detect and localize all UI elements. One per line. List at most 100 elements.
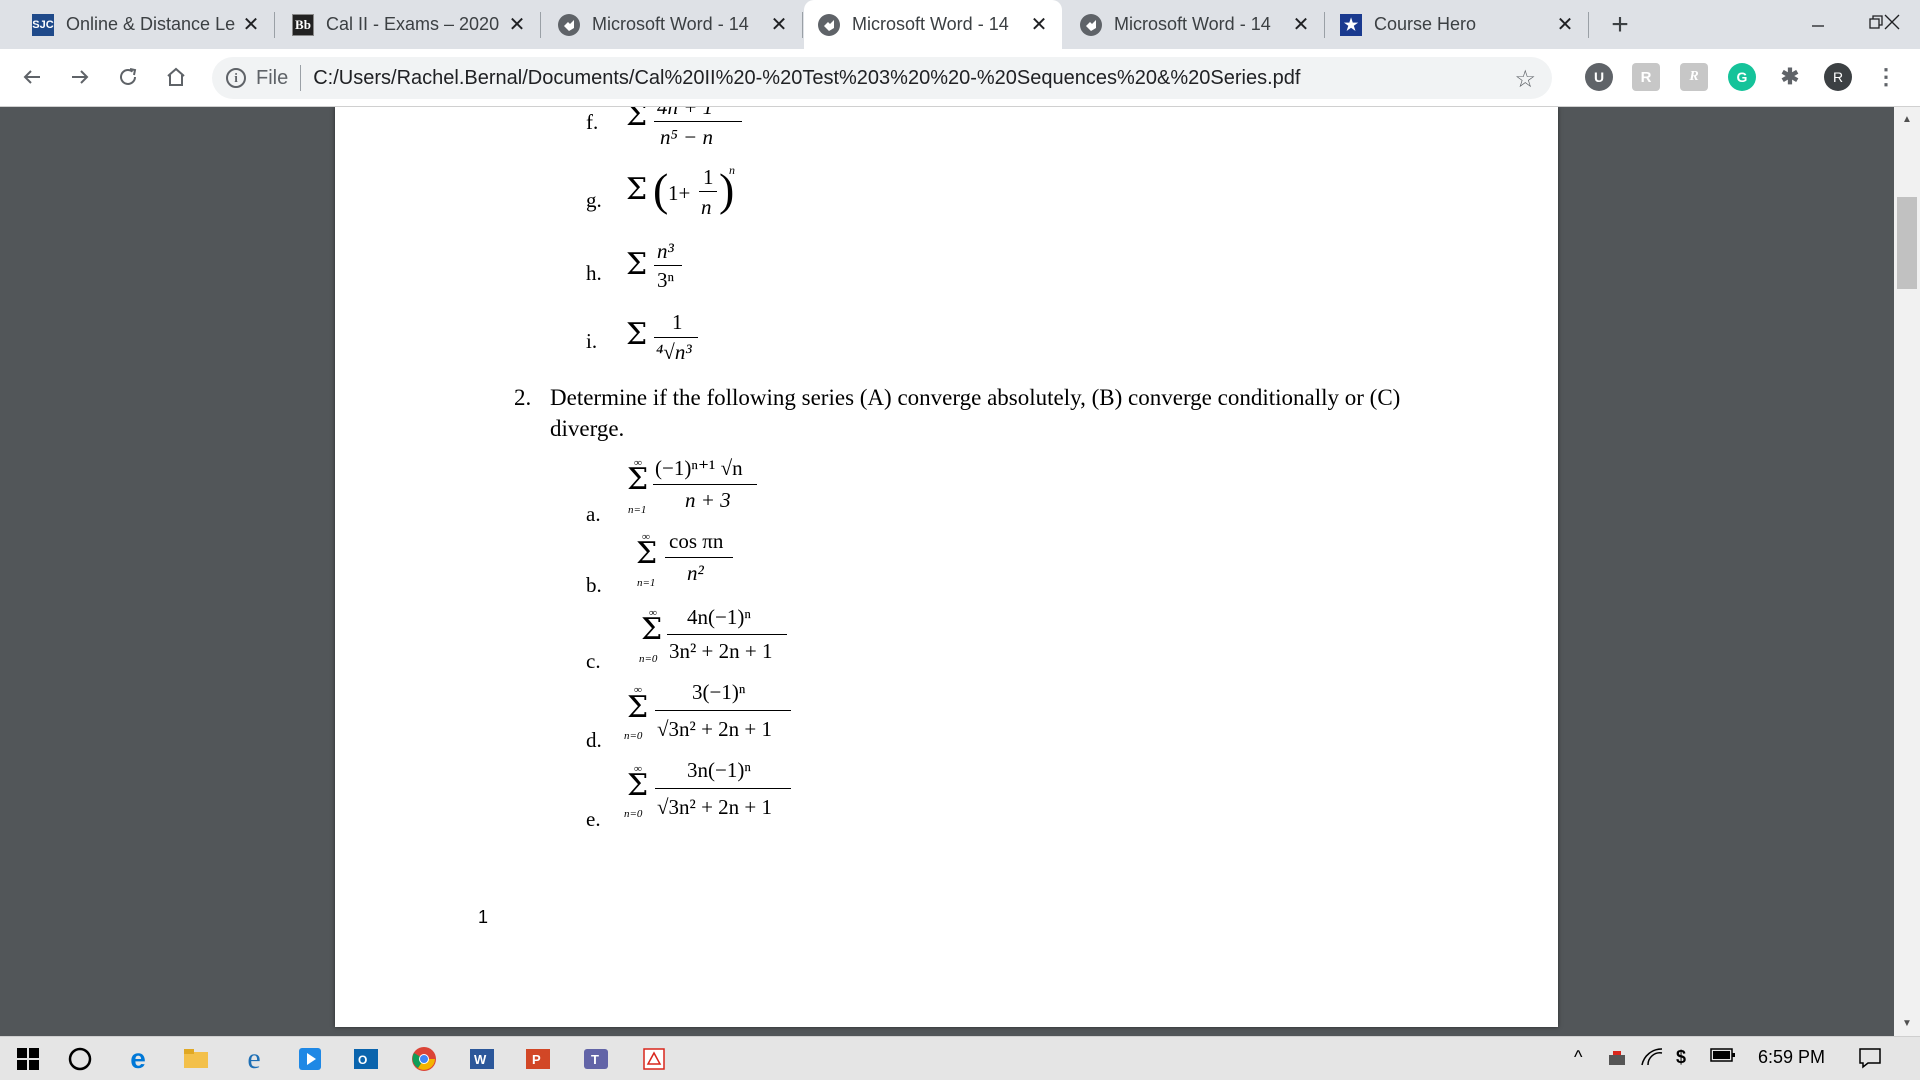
sigma-symbol: Σ bbox=[641, 612, 663, 647]
file-explorer-icon[interactable] bbox=[180, 1043, 212, 1075]
word-icon[interactable]: W bbox=[466, 1043, 498, 1075]
fraction-denominator: n bbox=[701, 195, 712, 219]
taskbar-clock[interactable]: 6:59 PM bbox=[1758, 1047, 1825, 1068]
reference-extension-icon[interactable]: R bbox=[1680, 63, 1708, 91]
browser-toolbar: i File C:/Users/Rachel.Bernal/Documents/… bbox=[0, 49, 1920, 107]
question-number: 2. bbox=[514, 385, 532, 410]
svg-text:T: T bbox=[591, 1052, 599, 1067]
tab-course-hero[interactable]: ★ Course Hero ✕ bbox=[1326, 0, 1589, 49]
fraction-bar bbox=[655, 788, 791, 789]
svg-text:P: P bbox=[532, 1052, 541, 1067]
pdf-viewer: f. Σ 4n + 1 n⁵ − n g. Σ ( 1+ 1 n ) n h. … bbox=[0, 107, 1920, 1036]
tab-close-icon[interactable]: ✕ bbox=[1026, 12, 1052, 37]
scrollbar-thumb[interactable] bbox=[1897, 197, 1917, 289]
extensions-puzzle-icon[interactable]: ✱ bbox=[1776, 63, 1804, 91]
item-label-i: i. bbox=[586, 329, 598, 353]
windows-start-icon[interactable] bbox=[12, 1043, 44, 1075]
grammarly-extension-icon[interactable]: G bbox=[1728, 63, 1756, 91]
site-info-icon[interactable]: i bbox=[226, 68, 246, 88]
address-url[interactable]: C:/Users/Rachel.Bernal/Documents/Cal%20I… bbox=[313, 67, 1300, 90]
sjc-favicon-icon: SJC bbox=[32, 13, 54, 36]
globe-icon bbox=[558, 13, 580, 36]
address-bar[interactable]: i File C:/Users/Rachel.Bernal/Documents/… bbox=[212, 57, 1552, 99]
scroll-down-arrow-icon[interactable]: ▼ bbox=[1894, 1013, 1920, 1033]
battery-icon[interactable] bbox=[1710, 1047, 1736, 1068]
fraction-numerator: 3n(−1)ⁿ bbox=[687, 758, 751, 782]
item-label-e: e. bbox=[586, 807, 601, 831]
sum-lower-limit: n=1 bbox=[637, 577, 656, 589]
rakuten-extension-icon[interactable]: R bbox=[1632, 63, 1660, 91]
fraction-numerator: (−1)ⁿ⁺¹ √n bbox=[655, 456, 743, 480]
item-label-h: h. bbox=[586, 261, 602, 285]
course-hero-star-icon: ★ bbox=[1340, 13, 1362, 36]
globe-icon bbox=[818, 13, 840, 36]
item-label-d: d. bbox=[586, 728, 602, 752]
scroll-up-arrow-icon[interactable]: ▲ bbox=[1894, 109, 1920, 129]
tab-title: Microsoft Word - 14 bbox=[592, 14, 749, 34]
reload-icon[interactable] bbox=[110, 59, 146, 95]
fraction-bar bbox=[654, 265, 682, 266]
fraction-denominator: ⁴√n³ bbox=[656, 340, 692, 364]
more-menu-icon[interactable]: ⋮ bbox=[1872, 63, 1900, 91]
tab-online-distance[interactable]: SJC Online & Distance Le ✕ bbox=[18, 0, 275, 49]
svg-text:O: O bbox=[358, 1053, 367, 1067]
home-icon[interactable] bbox=[158, 59, 194, 95]
bookmark-star-icon[interactable]: ☆ bbox=[1514, 65, 1536, 94]
tab-close-icon[interactable]: ✕ bbox=[504, 12, 530, 37]
teams-icon[interactable]: T bbox=[580, 1043, 612, 1075]
tray-chevron-icon[interactable]: ^ bbox=[1574, 1047, 1582, 1068]
dollar-tray-icon[interactable]: $ bbox=[1676, 1047, 1686, 1068]
forward-arrow-icon[interactable] bbox=[62, 59, 98, 95]
fraction-denominator: √3n² + 2n + 1 bbox=[657, 717, 773, 741]
internet-explorer-icon[interactable]: e bbox=[238, 1042, 270, 1075]
ublock-extension-icon[interactable]: U bbox=[1585, 63, 1613, 91]
tab-close-icon[interactable]: ✕ bbox=[1552, 12, 1578, 37]
notifications-icon[interactable] bbox=[1858, 1047, 1882, 1074]
address-divider bbox=[300, 65, 302, 91]
acrobat-icon[interactable] bbox=[638, 1043, 670, 1075]
outlook-icon[interactable]: O bbox=[350, 1043, 382, 1075]
tab-title: Cal II - Exams – 2020 bbox=[326, 14, 500, 34]
tab-separator bbox=[540, 12, 541, 38]
tab-word-2-active[interactable]: Microsoft Word - 14 ✕ bbox=[804, 0, 1062, 49]
item-label-f: f. bbox=[586, 110, 599, 134]
fraction-numerator: 1 bbox=[703, 165, 714, 189]
fraction-numerator: cos πn bbox=[669, 529, 724, 553]
left-paren: ( bbox=[653, 164, 669, 215]
back-arrow-icon[interactable] bbox=[14, 59, 50, 95]
fraction-denominator: 3n² + 2n + 1 bbox=[669, 639, 773, 663]
profile-avatar[interactable]: R bbox=[1824, 63, 1852, 91]
globe-icon bbox=[1080, 13, 1102, 36]
media-player-icon[interactable] bbox=[294, 1043, 326, 1075]
tab-cal-exams[interactable]: Bb Cal II - Exams – 2020 ✕ bbox=[278, 0, 541, 49]
network-icon[interactable] bbox=[1606, 1047, 1628, 1074]
tab-close-icon[interactable]: ✕ bbox=[1288, 12, 1314, 37]
tab-strip: SJC Online & Distance Le ✕ Bb Cal II - E… bbox=[0, 0, 1920, 49]
sum-lower-limit: n=1 bbox=[628, 504, 647, 516]
powerpoint-icon[interactable]: P bbox=[522, 1043, 554, 1075]
tab-title: Online & Distance Le bbox=[66, 14, 236, 34]
tab-close-icon[interactable]: ✕ bbox=[238, 12, 264, 37]
question-text: Determine if the following series (A) co… bbox=[550, 385, 1401, 441]
sigma-symbol: Σ bbox=[626, 172, 648, 207]
fraction-numerator: 4n + 1 bbox=[657, 107, 714, 119]
chrome-icon[interactable] bbox=[408, 1043, 440, 1075]
wifi-icon[interactable] bbox=[1640, 1047, 1664, 1072]
tab-close-icon[interactable]: ✕ bbox=[766, 12, 792, 37]
fraction-numerator: 3(−1)ⁿ bbox=[692, 680, 746, 704]
sigma-symbol: Σ bbox=[627, 462, 649, 497]
search-circle-icon[interactable] bbox=[64, 1043, 96, 1075]
tab-word-1[interactable]: Microsoft Word - 14 ✕ bbox=[544, 0, 803, 49]
minimize-icon[interactable] bbox=[1790, 0, 1846, 44]
item-label-c: c. bbox=[586, 649, 601, 673]
close-window-icon[interactable] bbox=[1864, 0, 1920, 44]
new-tab-button[interactable]: + bbox=[1603, 8, 1637, 42]
fraction-bar bbox=[655, 710, 791, 711]
tab-word-3[interactable]: Microsoft Word - 14 ✕ bbox=[1066, 0, 1325, 49]
edge-icon[interactable]: e bbox=[122, 1043, 154, 1075]
sigma-symbol: Σ bbox=[626, 317, 648, 352]
vertical-scrollbar[interactable]: ▲ ▼ bbox=[1894, 107, 1920, 1036]
tab-title: Course Hero bbox=[1374, 14, 1477, 34]
page-number: 1 bbox=[478, 907, 489, 927]
tab-separator bbox=[274, 12, 275, 38]
